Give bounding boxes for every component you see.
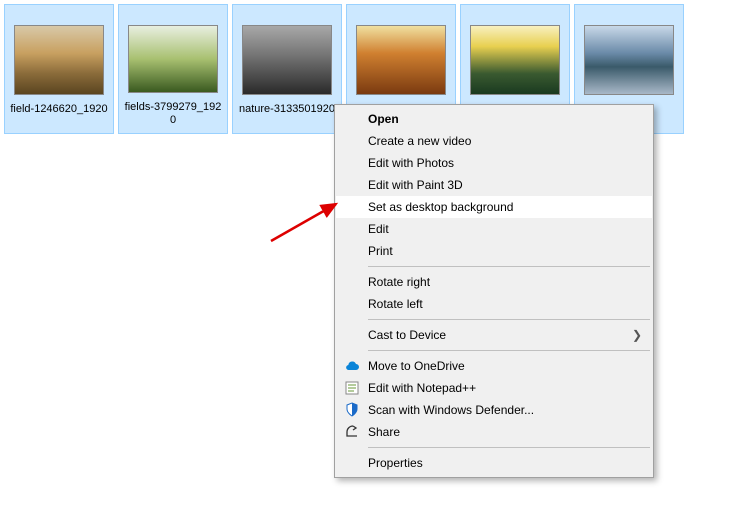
file-item[interactable]: field-1246620_1920 bbox=[4, 4, 114, 134]
chevron-right-icon: ❯ bbox=[632, 328, 642, 342]
menu-separator bbox=[368, 266, 650, 267]
menu-open[interactable]: Open bbox=[336, 108, 652, 130]
menu-print[interactable]: Print bbox=[336, 240, 652, 262]
context-menu: Open Create a new video Edit with Photos… bbox=[334, 104, 654, 478]
cloud-icon bbox=[344, 358, 360, 374]
file-label: fields-3799279_1920 bbox=[123, 101, 223, 127]
menu-edit-paint3d[interactable]: Edit with Paint 3D bbox=[336, 174, 652, 196]
menu-separator bbox=[368, 447, 650, 448]
file-thumbnail bbox=[584, 25, 674, 95]
menu-move-to-onedrive[interactable]: Move to OneDrive bbox=[336, 355, 652, 377]
file-thumbnail bbox=[128, 25, 218, 93]
file-label: field-1246620_1920 bbox=[10, 103, 107, 116]
file-label: nature-3133501920 bbox=[239, 103, 335, 116]
menu-set-desktop-background[interactable]: Set as desktop background bbox=[336, 196, 652, 218]
menu-properties[interactable]: Properties bbox=[336, 452, 652, 474]
menu-edit[interactable]: Edit bbox=[336, 218, 652, 240]
file-thumbnail bbox=[356, 25, 446, 95]
menu-edit-notepadpp[interactable]: Edit with Notepad++ bbox=[336, 377, 652, 399]
file-item[interactable]: nature-3133501920 bbox=[232, 4, 342, 134]
file-item[interactable]: fields-3799279_1920 bbox=[118, 4, 228, 134]
menu-share[interactable]: Share bbox=[336, 421, 652, 443]
menu-edit-photos[interactable]: Edit with Photos bbox=[336, 152, 652, 174]
menu-rotate-left[interactable]: Rotate left bbox=[336, 293, 652, 315]
menu-separator bbox=[368, 319, 650, 320]
menu-cast-to-device[interactable]: Cast to Device ❯ bbox=[336, 324, 652, 346]
shield-icon bbox=[344, 402, 360, 418]
file-thumbnail bbox=[14, 25, 104, 95]
share-icon bbox=[344, 424, 360, 440]
menu-rotate-right[interactable]: Rotate right bbox=[336, 271, 652, 293]
notepad-icon bbox=[344, 380, 360, 396]
menu-scan-defender[interactable]: Scan with Windows Defender... bbox=[336, 399, 652, 421]
file-thumbnail bbox=[242, 25, 332, 95]
menu-separator bbox=[368, 350, 650, 351]
file-thumbnail bbox=[470, 25, 560, 95]
menu-create-video[interactable]: Create a new video bbox=[336, 130, 652, 152]
